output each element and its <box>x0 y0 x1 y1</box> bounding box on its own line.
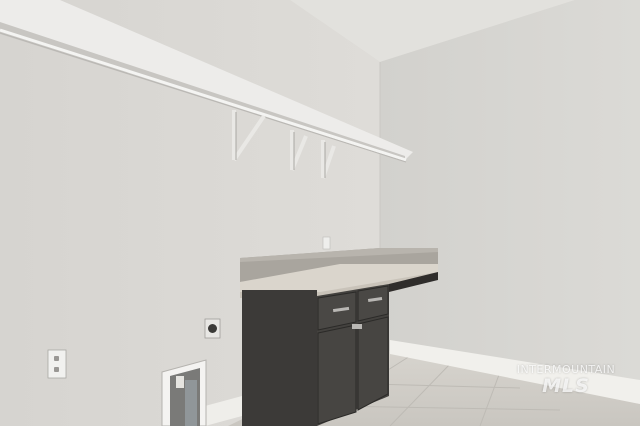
laundry-room-photo: INTERMOUNTAIN MLS <box>0 0 640 426</box>
wall-outlet-lower <box>47 349 67 379</box>
watermark-line-2: MLS <box>542 375 590 397</box>
cabinet-side <box>242 290 317 426</box>
wall-outlet-upper <box>322 236 331 250</box>
mls-watermark: INTERMOUNTAIN MLS <box>496 364 636 396</box>
watermark-line-1: INTERMOUNTAIN <box>516 363 616 376</box>
